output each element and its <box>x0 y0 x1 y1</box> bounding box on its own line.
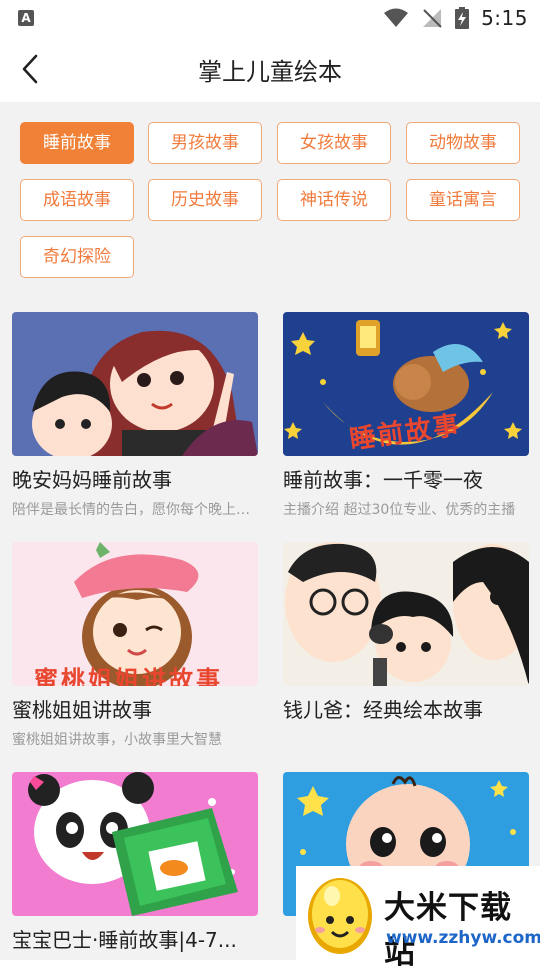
book-cover-peach-sister: 蜜桃姐姐讲故事 <box>12 542 258 686</box>
site-watermark: 大米下载站 www.zzhyw.com <box>296 866 540 971</box>
book-card[interactable]: 晚安妈妈睡前故事 陪伴是最长情的告白，愿你每个晚上都有好梦 <box>12 312 258 519</box>
rice-mascot-logo <box>308 878 372 954</box>
clock: 5:15 <box>481 6 528 30</box>
book-cover-family <box>283 542 529 686</box>
category-tag-idioms[interactable]: 成语故事 <box>20 179 134 221</box>
book-card[interactable]: 钱儿爸：经典绘本故事 <box>283 542 529 729</box>
category-tag-girls[interactable]: 女孩故事 <box>277 122 391 164</box>
book-card[interactable]: 宝宝巴士·睡前故事|4-7... <box>12 772 258 959</box>
book-card[interactable]: 蜜桃姐姐讲故事 蜜桃姐姐讲故事 蜜桃姐姐讲故事，小故事里大智慧 <box>12 542 258 749</box>
book-description: 蜜桃姐姐讲故事，小故事里大智慧 <box>12 732 222 748</box>
category-tag-boys[interactable]: 男孩故事 <box>148 122 262 164</box>
notification-app-icon: A <box>18 10 34 26</box>
main-content: 睡前故事 男孩故事 女孩故事 动物故事 成语故事 历史故事 神话传说 童话寓言 … <box>0 102 540 960</box>
watermark-name: 大米下载站 <box>384 890 512 971</box>
status-bar: A 5:15 <box>0 0 540 36</box>
category-tag-bedtime[interactable]: 睡前故事 <box>20 122 134 164</box>
cover-text: 蜜桃姐姐讲故事 <box>34 666 223 686</box>
watermark-url: www.zzhyw.com <box>386 928 540 948</box>
book-title: 蜜桃姐姐讲故事 <box>12 698 152 722</box>
category-tag-animals[interactable]: 动物故事 <box>406 122 520 164</box>
book-description: 陪伴是最长情的告白，愿你每个晚上都有好梦 <box>12 502 258 518</box>
app-header: 掌上儿童绘本 <box>0 36 540 102</box>
book-cover-mom-and-child <box>12 312 258 456</box>
category-tag-fairy-tales[interactable]: 童话寓言 <box>406 179 520 221</box>
book-title: 睡前故事：一千零一夜 <box>283 468 483 492</box>
no-signal-icon <box>423 9 442 28</box>
status-icons: 5:15 <box>383 6 528 30</box>
book-cover-baby-bus-panda <box>12 772 258 916</box>
book-title: 钱儿爸：经典绘本故事 <box>283 698 483 722</box>
book-cover-moon-bear: 睡前故事 <box>283 312 529 456</box>
book-title: 宝宝巴士·睡前故事|4-7... <box>12 928 237 952</box>
book-title: 晚安妈妈睡前故事 <box>12 468 172 492</box>
category-tag-fantasy[interactable]: 奇幻探险 <box>20 236 134 278</box>
book-card[interactable]: 睡前故事 睡前故事：一千零一夜 主播介绍 超过30位专业、优秀的主播 <box>283 312 529 519</box>
wifi-icon <box>384 8 409 27</box>
category-tag-history[interactable]: 历史故事 <box>148 179 262 221</box>
page-title: 掌上儿童绘本 <box>198 58 342 86</box>
battery-charging-icon <box>455 7 470 29</box>
book-description: 主播介绍 超过30位专业、优秀的主播 <box>283 502 516 518</box>
category-tag-myths[interactable]: 神话传说 <box>277 179 391 221</box>
